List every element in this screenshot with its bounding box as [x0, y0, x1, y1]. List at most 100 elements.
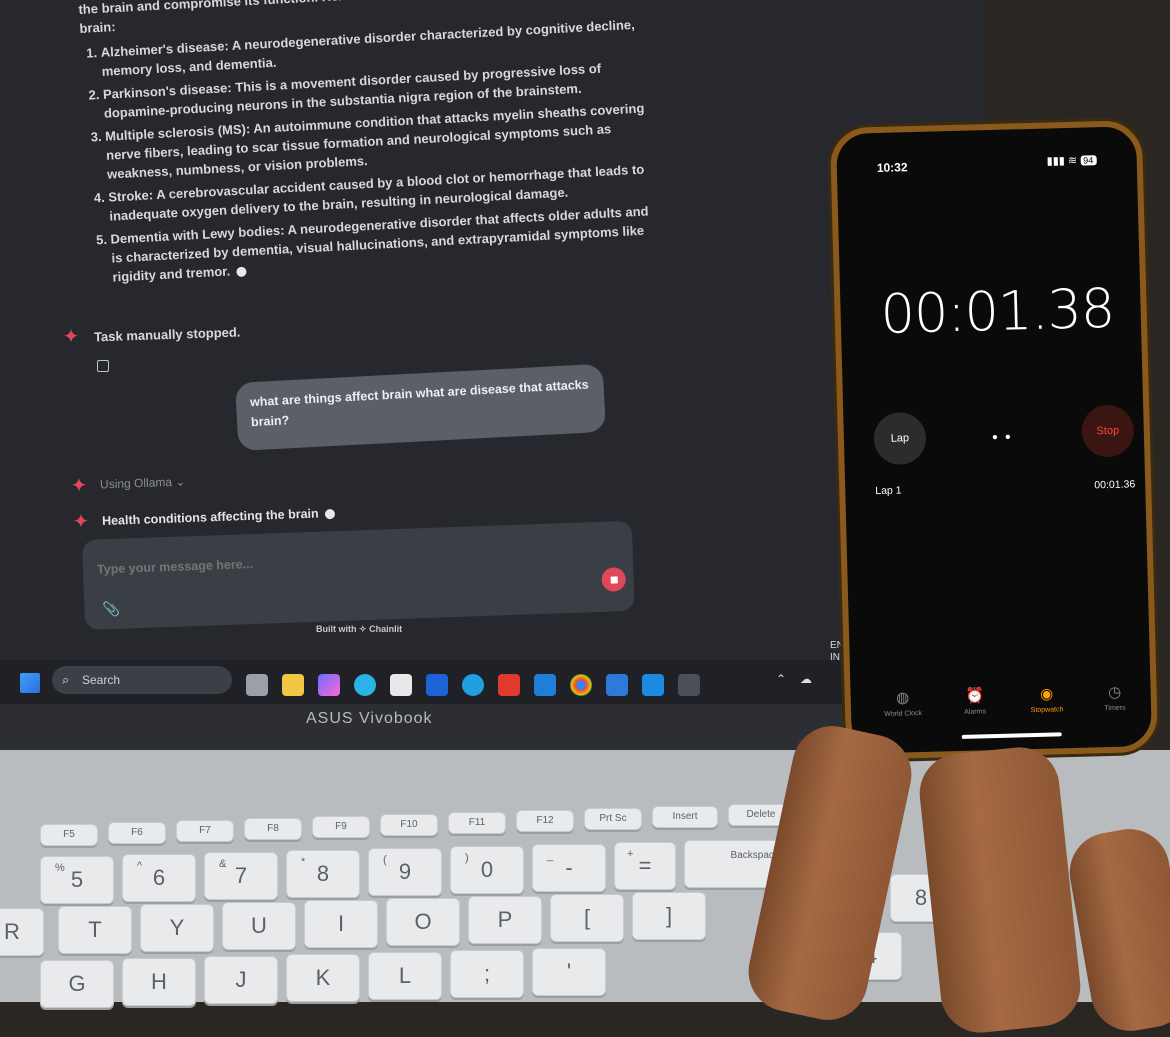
using-ollama-toggle[interactable]: Using Ollama ⌄	[100, 475, 186, 492]
tab-alarms[interactable]: ⏰ Alarms	[944, 686, 1005, 717]
key-shift-label: (	[383, 854, 387, 866]
task-view-icon[interactable]	[246, 674, 268, 696]
key-bracket-left[interactable]: [	[550, 894, 624, 942]
key-f8[interactable]: F8	[244, 818, 302, 840]
key-h[interactable]: H	[122, 958, 196, 1006]
tab-label: Alarms	[964, 708, 987, 716]
key-8[interactable]: 8 *	[286, 850, 360, 898]
key-shift-label: )	[465, 852, 469, 864]
key-f6[interactable]: F6	[108, 822, 166, 844]
key-label: 0	[480, 857, 494, 882]
key-quote[interactable]: '	[532, 948, 606, 996]
key-i[interactable]: I	[304, 900, 378, 948]
windows-taskbar: ⌕ Search ⌃ ☁ EN IN	[0, 640, 985, 704]
key-l[interactable]: L	[368, 952, 442, 1000]
tab-timers[interactable]: ◷ Timers	[1084, 682, 1145, 713]
app-icon[interactable]	[606, 674, 628, 696]
laptop-brand: ASUS Vivobook	[306, 710, 433, 727]
built-with-footer[interactable]: Built with ✧ Chainlit	[316, 624, 402, 635]
key-label: 8	[316, 861, 330, 886]
key-t[interactable]: T	[58, 906, 132, 954]
key-y[interactable]: Y	[140, 904, 214, 952]
terminal-icon[interactable]	[678, 674, 700, 696]
key-7[interactable]: 7 &	[204, 852, 278, 900]
search-label: Search	[82, 673, 121, 687]
key-f7[interactable]: F7	[176, 820, 234, 842]
file-explorer-icon[interactable]	[282, 674, 304, 696]
language-line: EN	[830, 640, 844, 651]
key-shift-label: *	[301, 856, 306, 868]
key-g[interactable]: G	[40, 960, 114, 1008]
stop-generation-button[interactable]	[601, 567, 627, 592]
tab-label: World Clock	[884, 709, 923, 718]
key-bracket-right[interactable]: ]	[632, 892, 706, 940]
key-0[interactable]: 0)	[450, 846, 524, 894]
chevron-down-icon: ⌄	[175, 474, 186, 489]
taskbar-search[interactable]: ⌕ Search	[52, 666, 232, 694]
key-equals[interactable]: = +	[614, 842, 676, 890]
key-minus[interactable]: - _	[532, 844, 606, 892]
finger	[1063, 822, 1170, 1037]
lap-row: Lap 1 00:01.36	[875, 478, 1135, 497]
app-icon[interactable]	[426, 674, 448, 696]
key-j[interactable]: J	[204, 956, 278, 1004]
phone: 10:32 ▮▮▮ ≋ 94 00:01.38 Lap ● ● Stop Lap…	[829, 120, 1159, 760]
disease-list: Alzheimer's disease: A neurodegenerative…	[80, 15, 652, 288]
chrome-icon[interactable]	[570, 674, 592, 696]
cloud-icon[interactable]: ☁	[800, 672, 812, 686]
key-f11[interactable]: F11	[448, 812, 506, 834]
key-semicolon[interactable]: ;	[450, 950, 524, 998]
chainlit-logo-icon: ✦	[72, 511, 90, 533]
chainlit-mark-icon: ✧	[359, 624, 367, 634]
wifi-icon: ≋	[1067, 154, 1078, 167]
key-f5[interactable]: F5	[40, 824, 98, 846]
key-prtsc[interactable]: Prt Sc	[584, 808, 642, 830]
key-label: -	[565, 855, 573, 880]
key-r[interactable]: R	[0, 908, 44, 956]
user-message-bubble: what are things affect brain what are di…	[235, 363, 607, 451]
page-indicator: ● ●	[991, 431, 1013, 444]
key-shift-label: ^	[137, 860, 143, 872]
key-p[interactable]: P	[468, 896, 542, 944]
mcafee-icon[interactable]	[498, 674, 520, 696]
lap-button[interactable]: Lap	[873, 411, 927, 466]
key-k[interactable]: K	[286, 954, 360, 1002]
key-insert[interactable]: Insert	[652, 806, 718, 828]
clock-tab-bar: ◍ World Clock ⏰ Alarms ◉ Stopwatch ◷ Timers	[872, 682, 1143, 729]
key-6[interactable]: 6 ^	[122, 854, 196, 902]
key-9[interactable]: 9(	[368, 848, 442, 896]
language-indicator[interactable]: EN IN	[830, 640, 844, 664]
vscode-icon[interactable]	[642, 674, 664, 696]
store-icon[interactable]	[390, 674, 412, 696]
tab-world-clock[interactable]: ◍ World Clock	[872, 688, 933, 719]
key-u[interactable]: U	[222, 902, 296, 950]
key-5[interactable]: 5%	[40, 856, 114, 904]
message-input[interactable]	[94, 546, 520, 578]
signal-icon: ▮▮▮	[1046, 155, 1066, 168]
chainlit-logo-icon: ✦	[70, 475, 88, 497]
lap-label: Lap 1	[875, 484, 902, 498]
tab-stopwatch[interactable]: ◉ Stopwatch	[1016, 684, 1077, 715]
assistant-response: the brain and compromise its function. H…	[78, 0, 653, 292]
message-composer: 📎	[82, 520, 635, 630]
streaming-dot-icon	[235, 266, 247, 277]
paperclip-icon[interactable]: 📎	[102, 601, 120, 619]
key-f12[interactable]: F12	[516, 810, 574, 832]
cortana-icon[interactable]	[462, 674, 484, 696]
outlook-icon[interactable]	[534, 674, 556, 696]
home-indicator	[961, 732, 1062, 739]
copy-icon[interactable]	[97, 360, 109, 372]
windows-start-icon[interactable]	[20, 673, 40, 693]
key-label: =	[638, 853, 652, 878]
stop-button[interactable]: Stop	[1081, 404, 1135, 458]
battery-icon: 94	[1080, 155, 1097, 166]
key-shift-label: &	[219, 858, 227, 870]
key-o[interactable]: O	[386, 898, 460, 946]
chevron-up-icon[interactable]: ⌃	[776, 672, 786, 686]
chainlit-logo-icon: ✦	[62, 326, 80, 348]
key-f9[interactable]: F9	[312, 816, 370, 838]
tab-label: Stopwatch	[1030, 706, 1064, 715]
copilot-icon[interactable]	[318, 674, 340, 696]
edge-icon[interactable]	[354, 674, 376, 696]
key-f10[interactable]: F10	[380, 814, 438, 836]
